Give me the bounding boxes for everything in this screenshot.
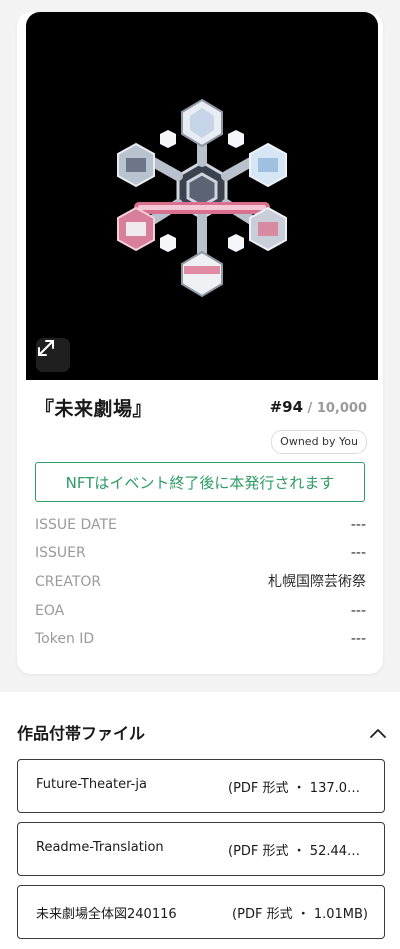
issue-notice: NFTはイベント終了後に本発行されます (35, 462, 365, 502)
files-heading: 作品付帯ファイル (17, 724, 146, 743)
meta-row-issue-date: ISSUE DATE --- (35, 514, 366, 536)
meta-value: --- (350, 603, 366, 619)
meta-key: ISSUE DATE (35, 517, 117, 533)
meta-value: 札幌国際芸術祭 (268, 574, 366, 590)
meta-row-eoa: EOA --- (35, 600, 366, 622)
file-info: (PDF 形式 ・ 137.09KB) (228, 781, 368, 796)
file-name: Readme-Translation (36, 840, 164, 855)
owned-badge: Owned by You (271, 430, 367, 454)
expand-icon (38, 340, 54, 356)
meta-key: Token ID (35, 631, 95, 647)
snowflake-image (117, 98, 287, 298)
meta-key: ISSUER (35, 545, 86, 561)
edition-total: / 10,000 (303, 401, 367, 416)
attached-files-section: 作品付帯ファイル Future-Theater-ja (PDF 形式 ・ 137… (0, 692, 400, 949)
meta-key: CREATOR (35, 574, 102, 590)
file-item-overall-map[interactable]: 未来劇場全体図240116 (PDF 形式 ・ 1.01MB) (17, 885, 385, 939)
file-info: (PDF 形式 ・ 1.01MB) (232, 907, 368, 922)
edition-number: #94 (269, 398, 304, 416)
serial-number: #94 / 10,000 (270, 398, 367, 416)
chevron-up-icon[interactable] (370, 728, 386, 738)
meta-row-creator: CREATOR 札幌国際芸術祭 (35, 571, 366, 593)
meta-value: --- (350, 631, 366, 647)
nft-title: 『未来劇場』 (35, 398, 153, 420)
nft-artwork[interactable] (26, 12, 378, 380)
nft-card: 『未来劇場』 #94 / 10,000 Owned by You NFTはイベン… (17, 12, 383, 674)
meta-value: --- (350, 517, 366, 533)
file-item-future-theater[interactable]: Future-Theater-ja (PDF 形式 ・ 137.09KB) (17, 759, 385, 813)
file-item-readme-translation[interactable]: Readme-Translation (PDF 形式 ・ 52.44KB) (17, 822, 385, 876)
expand-button[interactable] (36, 338, 70, 372)
meta-key: EOA (35, 603, 65, 619)
file-name: 未来劇場全体図240116 (36, 907, 177, 922)
meta-row-token-id: Token ID --- (35, 628, 366, 650)
file-info: (PDF 形式 ・ 52.44KB) (228, 844, 368, 859)
meta-value: --- (350, 545, 366, 561)
file-name: Future-Theater-ja (36, 777, 147, 792)
meta-row-issuer: ISSUER --- (35, 542, 366, 564)
